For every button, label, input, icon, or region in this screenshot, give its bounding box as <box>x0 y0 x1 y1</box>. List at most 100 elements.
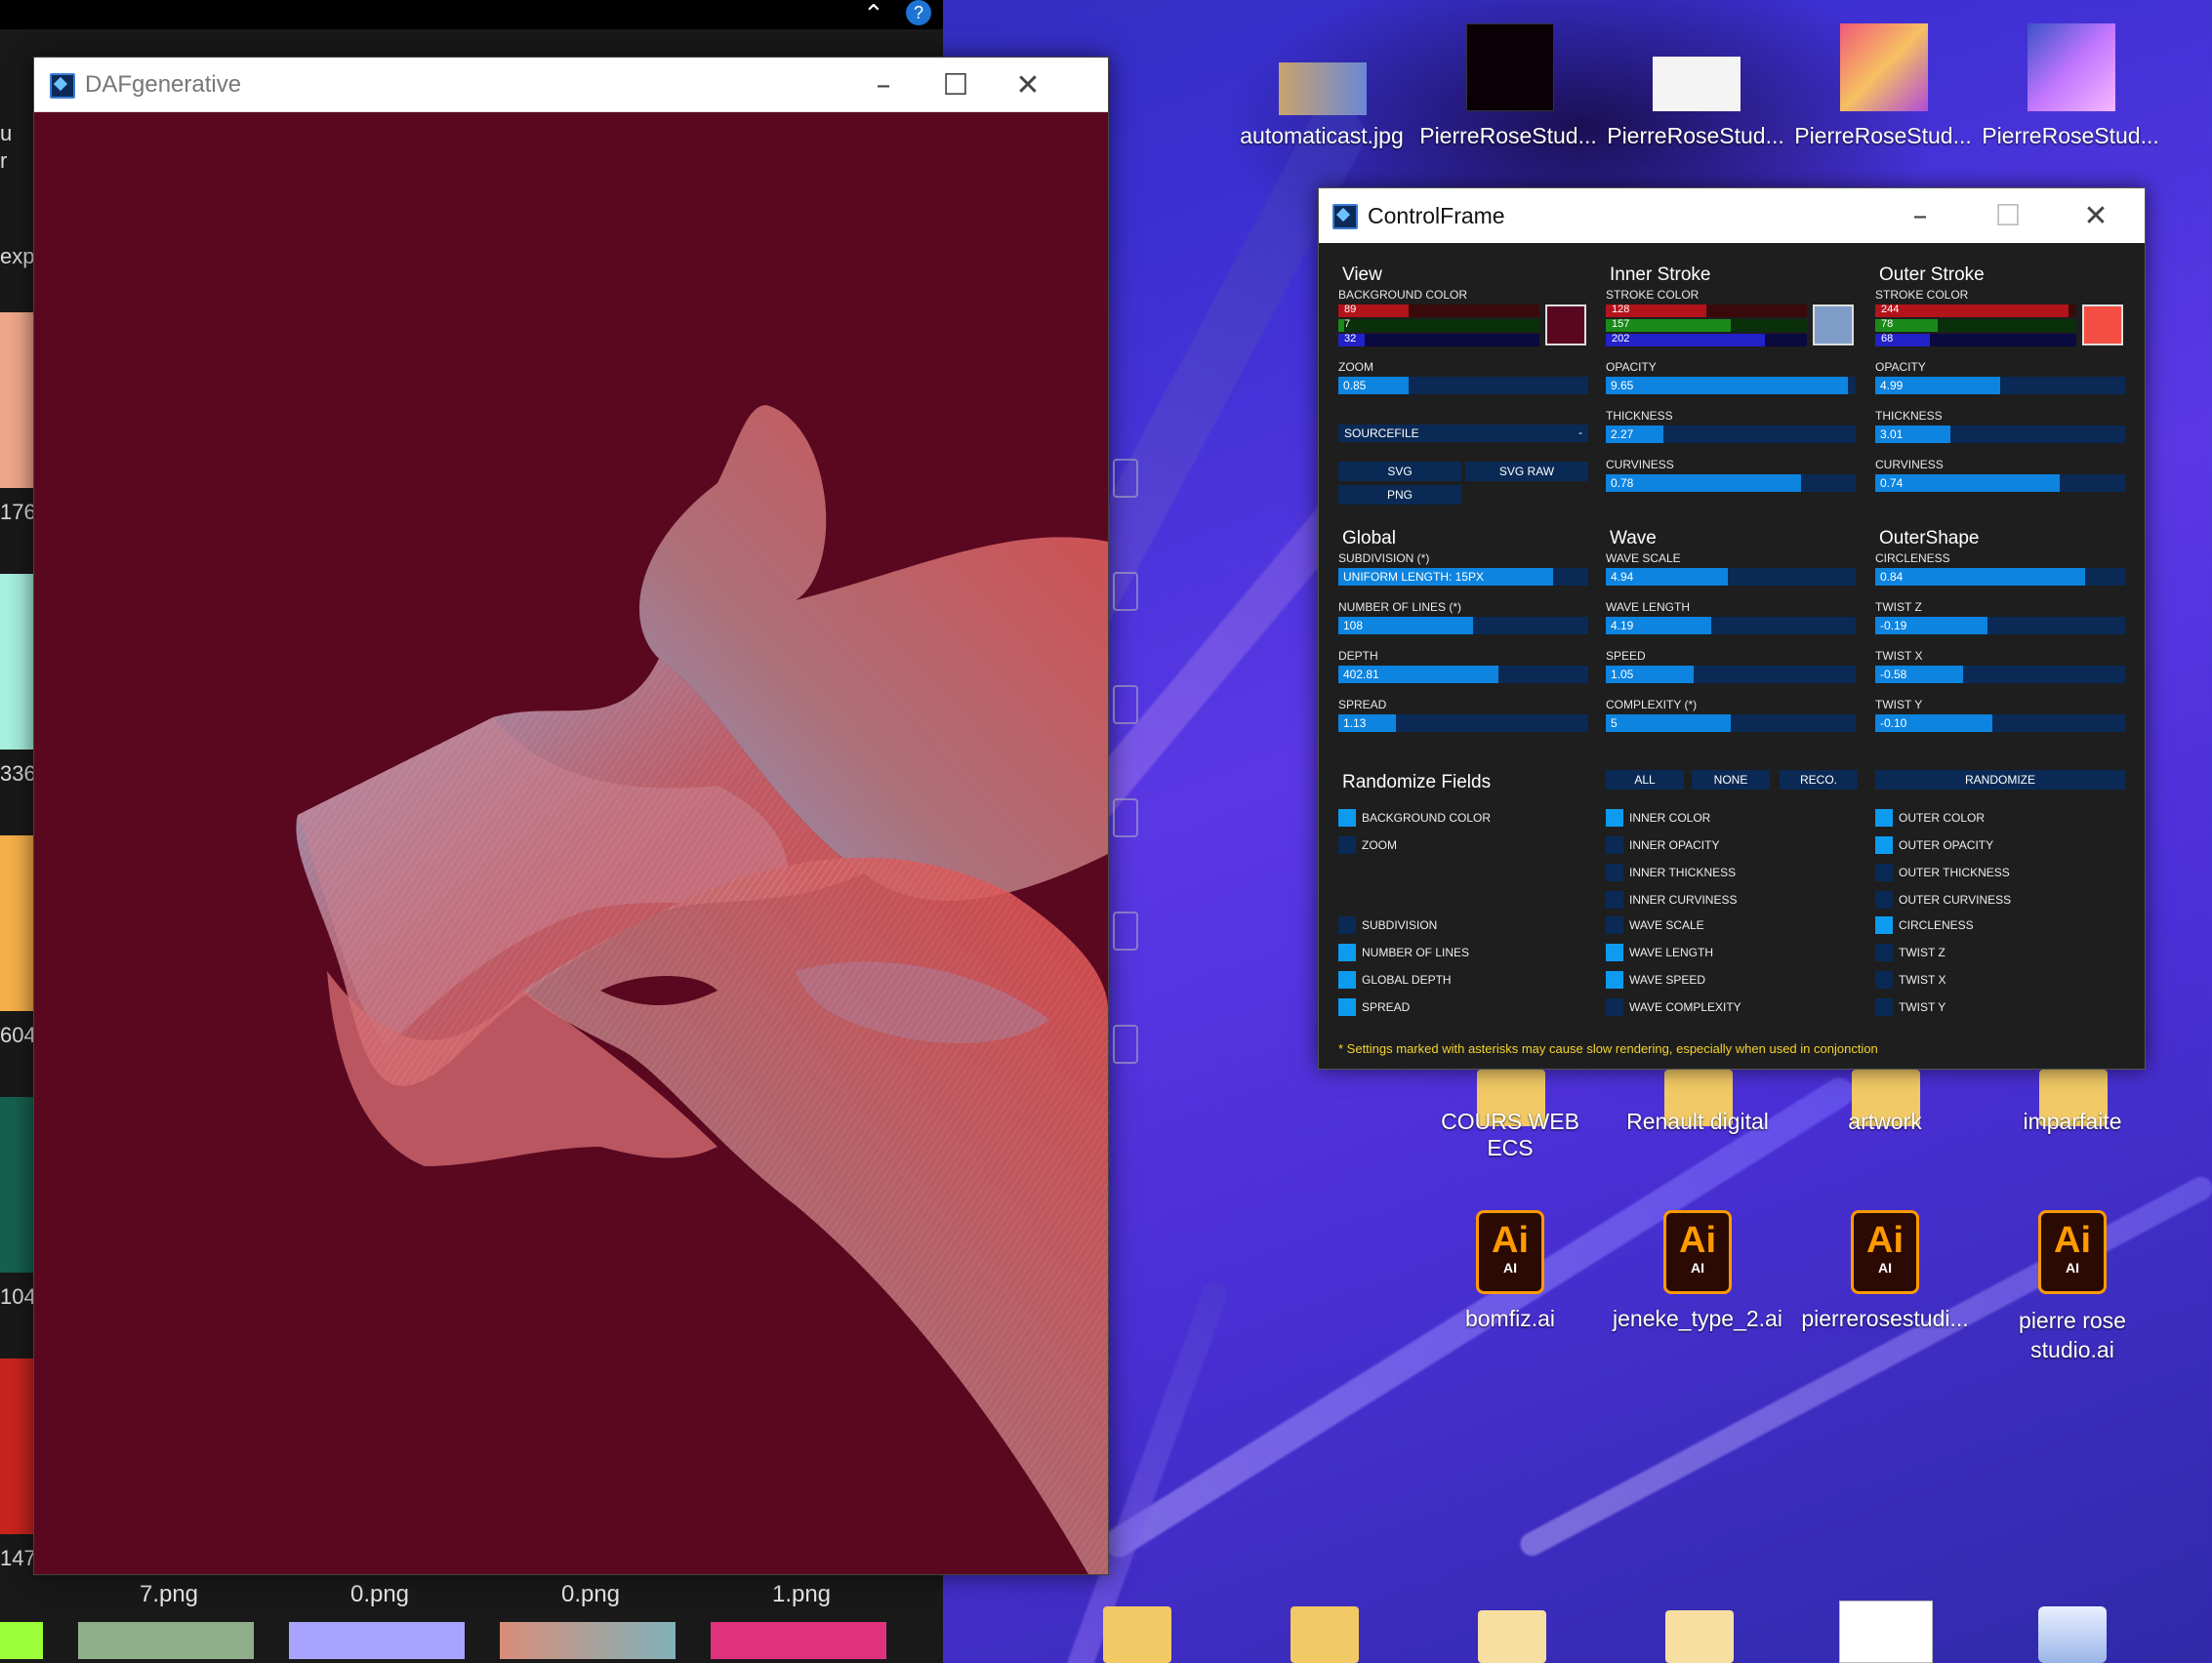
file-thumbnail[interactable] <box>711 1622 886 1659</box>
background-color-swatch[interactable] <box>1545 304 1586 345</box>
file-name[interactable]: 0.png <box>287 1581 472 1608</box>
zip-folder-icon[interactable] <box>1103 1606 1171 1663</box>
inner-blue-slider[interactable]: 202 <box>1606 333 1807 346</box>
svg-button[interactable]: SVG <box>1338 462 1461 481</box>
inner-curviness-slider[interactable]: 0.78 <box>1606 474 1856 492</box>
image-thumbnail-icon[interactable] <box>1279 62 1367 115</box>
spread-slider[interactable]: 1.13 <box>1338 714 1588 732</box>
number-of-lines-slider[interactable]: 108 <box>1338 617 1588 634</box>
image-thumbnail-icon[interactable] <box>2028 23 2115 111</box>
zip-folder-icon[interactable] <box>1290 1606 1359 1663</box>
bg-red-slider[interactable]: 89 <box>1338 304 1539 317</box>
bg-green-slider[interactable]: 7 <box>1338 318 1539 332</box>
twist-z-slider[interactable]: -0.19 <box>1875 617 2125 634</box>
randomize-button[interactable]: RANDOMIZE <box>1875 770 2125 790</box>
desktop-icon-label[interactable]: pierrerosestudi... <box>1792 1306 1978 1332</box>
chevron-up-icon[interactable]: ⌃ <box>863 0 884 29</box>
shortcut-icon[interactable] <box>1113 685 1138 724</box>
render-canvas[interactable] <box>34 112 1108 1574</box>
randomize-checkbox[interactable] <box>1875 944 1893 961</box>
desktop-icon-label[interactable]: COURS WEB ECS <box>1417 1109 1603 1161</box>
file-thumbnail[interactable] <box>0 1097 33 1273</box>
document-icon[interactable] <box>1839 1601 1933 1663</box>
shortcut-icon[interactable] <box>1113 572 1138 611</box>
file-thumbnail[interactable] <box>78 1622 254 1659</box>
illustrator-file-icon[interactable]: Ai AI <box>1476 1210 1544 1294</box>
maximize-button[interactable]: ☐ <box>922 58 989 112</box>
outer-thickness-slider[interactable]: 3.01 <box>1875 426 2125 443</box>
outer-green-slider[interactable]: 78 <box>1875 318 2076 332</box>
desktop-icon-label[interactable]: jeneke_type_2.ai <box>1605 1306 1790 1332</box>
sourcefile-dropdown[interactable]: SOURCEFILE - <box>1338 425 1588 442</box>
desktop-icon-label[interactable]: PierreRoseStud... <box>1978 123 2163 149</box>
file-thumbnail[interactable] <box>0 1622 43 1659</box>
illustrator-file-icon[interactable]: Ai AI <box>1663 1210 1732 1294</box>
depth-slider[interactable]: 402.81 <box>1338 666 1588 683</box>
file-thumbnail[interactable] <box>0 835 33 1011</box>
randomize-checkbox[interactable] <box>1875 836 1893 854</box>
recycle-bin-icon[interactable] <box>2038 1606 2107 1663</box>
file-name[interactable]: 1.png <box>709 1581 894 1608</box>
randomize-checkbox[interactable] <box>1875 998 1893 1016</box>
inner-color-swatch[interactable] <box>1813 304 1854 345</box>
close-button[interactable]: ✕ <box>2063 188 2129 243</box>
desktop-icon-label[interactable]: imparfaite <box>1980 1109 2165 1135</box>
twist-y-slider[interactable]: -0.10 <box>1875 714 2125 732</box>
randomize-checkbox[interactable] <box>1875 864 1893 881</box>
randomize-checkbox[interactable] <box>1606 836 1623 854</box>
randomize-checkbox[interactable] <box>1875 891 1893 909</box>
file-name[interactable]: 7.png <box>76 1581 262 1608</box>
outer-curviness-slider[interactable]: 0.74 <box>1875 474 2125 492</box>
randomize-checkbox[interactable] <box>1606 809 1623 827</box>
close-button[interactable]: ✕ <box>995 58 1061 112</box>
inner-thickness-slider[interactable]: 2.27 <box>1606 426 1856 443</box>
desktop-icon-label[interactable]: automaticast.jpg <box>1229 123 1414 149</box>
wave-scale-slider[interactable]: 4.94 <box>1606 568 1856 586</box>
desktop-icon-label[interactable]: pierre rose studio.ai <box>1980 1306 2165 1364</box>
file-thumbnail[interactable] <box>0 1359 33 1534</box>
desktop-icon-label[interactable]: PierreRoseStud... <box>1603 123 1788 149</box>
file-name[interactable]: 0.png <box>498 1581 683 1608</box>
speed-slider[interactable]: 1.05 <box>1606 666 1856 683</box>
png-button[interactable]: PNG <box>1338 485 1461 505</box>
help-icon[interactable]: ? <box>906 0 931 25</box>
minimize-button[interactable]: – <box>850 58 917 112</box>
file-thumbnail[interactable] <box>500 1622 676 1659</box>
desktop-icon-label[interactable]: artwork <box>1792 1109 1978 1135</box>
inner-green-slider[interactable]: 157 <box>1606 318 1807 332</box>
file-thumbnail[interactable] <box>289 1622 465 1659</box>
randomize-checkbox[interactable] <box>1606 864 1623 881</box>
image-thumbnail-icon[interactable] <box>1466 23 1554 111</box>
complexity-slider[interactable]: 5 <box>1606 714 1856 732</box>
folder-icon[interactable] <box>1478 1610 1546 1663</box>
randomize-checkbox[interactable] <box>1606 998 1623 1016</box>
image-thumbnail-icon[interactable] <box>1840 23 1928 111</box>
shortcut-icon[interactable] <box>1113 798 1138 837</box>
circleness-slider[interactable]: 0.84 <box>1875 568 2125 586</box>
randomize-checkbox[interactable] <box>1338 998 1356 1016</box>
shortcut-icon[interactable] <box>1113 459 1138 498</box>
zoom-slider[interactable]: 0.85 <box>1338 377 1588 394</box>
file-thumbnail[interactable] <box>0 312 33 488</box>
shortcut-icon[interactable] <box>1113 912 1138 951</box>
outer-color-swatch[interactable] <box>2082 304 2123 345</box>
twist-x-slider[interactable]: -0.58 <box>1875 666 2125 683</box>
desktop-icon-label[interactable]: PierreRoseStud... <box>1415 123 1601 149</box>
outer-opacity-slider[interactable]: 4.99 <box>1875 377 2125 394</box>
bg-blue-slider[interactable]: 32 <box>1338 333 1539 346</box>
randomize-checkbox[interactable] <box>1875 971 1893 989</box>
outer-blue-slider[interactable]: 68 <box>1875 333 2076 346</box>
desktop-icon-label[interactable]: bomfiz.ai <box>1417 1306 1603 1332</box>
shortcut-icon[interactable] <box>1113 1025 1138 1064</box>
randomize-checkbox[interactable] <box>1606 944 1623 961</box>
folder-icon[interactable] <box>1665 1610 1734 1663</box>
minimize-button[interactable]: – <box>1887 188 1953 243</box>
randomize-checkbox[interactable] <box>1338 916 1356 934</box>
recommended-button[interactable]: RECO. <box>1780 770 1858 790</box>
svg-raw-button[interactable]: SVG RAW <box>1465 462 1588 481</box>
inner-opacity-slider[interactable]: 9.65 <box>1606 377 1856 394</box>
subdivision-slider[interactable]: UNIFORM LENGTH: 15PX <box>1338 568 1588 586</box>
randomize-checkbox[interactable] <box>1606 971 1623 989</box>
randomize-checkbox[interactable] <box>1338 836 1356 854</box>
maximize-button[interactable]: ☐ <box>1975 188 2041 243</box>
